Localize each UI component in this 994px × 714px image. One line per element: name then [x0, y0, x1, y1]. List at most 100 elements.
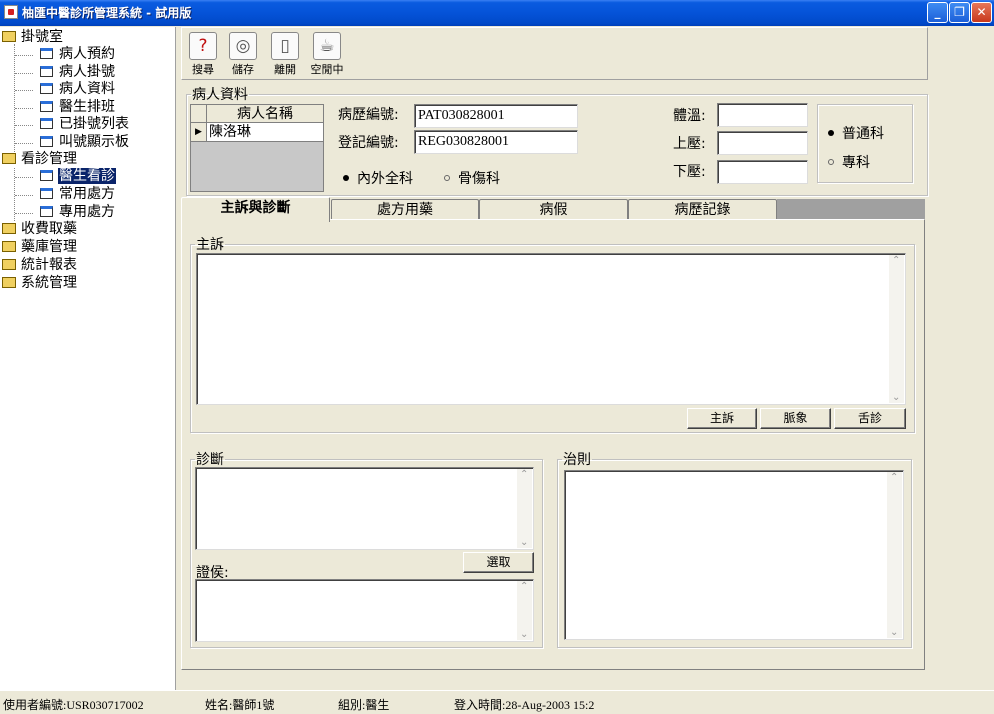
syndrome-scrollbar[interactable] [517, 581, 532, 640]
diagnosis-title: 診斷 [196, 452, 224, 468]
toolbar: ? 搜尋 ◎ 儲存 ▯ 離開 ☕ 空閒中 [181, 27, 928, 80]
tree-group-consultation[interactable]: 看診管理 [2, 151, 78, 168]
form-icon [40, 48, 53, 59]
upper-bp-label: 上壓: [673, 136, 706, 152]
grid-cell-patient-name[interactable]: 陳洛琳 [207, 123, 323, 142]
syndrome-textarea[interactable] [195, 579, 534, 642]
reg-no-label: 登記編號: [338, 135, 399, 151]
tree-item-patient-data[interactable]: 病人資料 [40, 81, 116, 98]
leave-button[interactable]: ▯ 離開 [266, 30, 304, 78]
type-radio-general[interactable]: 普通科 [828, 123, 884, 143]
save-button[interactable]: ◎ 儲存 [224, 30, 262, 78]
tree-item-doctor-schedule[interactable]: 醫生排班 [40, 99, 116, 116]
tree-item-special-prescription[interactable]: 專用處方 [40, 204, 116, 221]
window-title: 柚匯中醫診所管理系統 - 試用版 [22, 6, 192, 20]
tree-group-system[interactable]: 系統管理 [2, 275, 78, 292]
lower-bp-field[interactable] [717, 160, 808, 184]
patient-info-title: 病人資料 [192, 87, 248, 103]
tree-item-queue-display[interactable]: 叫號顯示板 [40, 134, 130, 151]
folder-icon [2, 277, 16, 288]
tree-item-registration[interactable]: 病人掛號 [40, 64, 116, 81]
select-button[interactable]: 選取 [463, 552, 534, 573]
door-exit-icon: ▯ [271, 32, 299, 60]
folder-icon [2, 241, 16, 252]
form-icon [40, 206, 53, 217]
folder-icon [2, 259, 16, 270]
tree-item-label: 醫生看診 [57, 167, 117, 185]
treatment-title: 治則 [563, 452, 591, 468]
status-user-id: 使用者編號:USR030717002 [3, 698, 144, 712]
tree-line [14, 44, 15, 154]
tab-sick-leave[interactable]: 病假 [479, 199, 628, 221]
radio-label: 內外全科 [357, 171, 413, 187]
tab-medical-record[interactable]: 病歷記錄 [628, 199, 777, 221]
reg-no-field[interactable]: REG030828001 [414, 130, 578, 154]
radio-label: 專科 [842, 155, 870, 171]
title-bar: 柚匯中醫診所管理系統 - 試用版 _ ❐ ✕ [0, 0, 994, 26]
restore-button[interactable]: ❐ [949, 2, 970, 23]
tree-item-label: 叫號顯示板 [59, 134, 129, 150]
tree-item-label: 已掛號列表 [59, 116, 129, 132]
search-button[interactable]: ? 搜尋 [184, 30, 222, 78]
tree-group-label: 統計報表 [21, 257, 77, 273]
folder-icon [2, 223, 16, 234]
form-icon [40, 66, 53, 77]
radio-label: 骨傷科 [458, 171, 500, 187]
dept-radio-orthopedics[interactable]: 骨傷科 [444, 168, 500, 188]
status-login-time: 登入時間:28-Aug-2003 15:2 [454, 698, 595, 712]
tree-item-label: 專用處方 [59, 204, 115, 220]
dept-radio-general[interactable]: 內外全科 [343, 168, 413, 188]
lower-bp-label: 下壓: [673, 164, 706, 180]
status-group: 組別:醫生 [338, 698, 390, 712]
form-icon [40, 170, 53, 181]
tab-prescription[interactable]: 處方用藥 [331, 199, 479, 221]
tree-group-label: 掛號室 [21, 29, 63, 45]
tree-group-label: 藥庫管理 [21, 239, 77, 255]
tree-group-label: 收費取藥 [21, 221, 77, 237]
tree-group-billing[interactable]: 收費取藥 [2, 221, 78, 238]
complaint-scrollbar[interactable] [889, 255, 904, 403]
treatment-textarea[interactable] [564, 470, 904, 640]
form-icon [40, 101, 53, 112]
tree-item-common-prescription[interactable]: 常用處方 [40, 186, 116, 203]
complaint-textarea[interactable] [196, 253, 906, 405]
leave-label: 離開 [274, 63, 296, 76]
help-search-icon: ? [189, 32, 217, 60]
tree-group-pharmacy[interactable]: 藥庫管理 [2, 239, 78, 256]
form-icon [40, 83, 53, 94]
navigation-tree: 掛號室 病人預約 病人掛號 病人資料 醫生排班 已掛號列表 叫號顯示板 看診管理… [0, 27, 176, 690]
tree-group-reports[interactable]: 統計報表 [2, 257, 78, 274]
grid-header-patient-name[interactable]: 病人名稱 [207, 105, 323, 123]
record-no-field[interactable]: PAT030828001 [414, 104, 578, 128]
upper-bp-field[interactable] [717, 131, 808, 155]
tree-item-registered-list[interactable]: 已掛號列表 [40, 116, 130, 133]
diagnosis-textarea[interactable] [195, 467, 534, 550]
pulse-button[interactable]: 脈象 [760, 408, 831, 429]
tree-item-appointment[interactable]: 病人預約 [40, 46, 116, 63]
disc-save-icon: ◎ [229, 32, 257, 60]
type-radio-specialist[interactable]: 專科 [828, 152, 870, 172]
temperature-field[interactable] [717, 103, 808, 127]
minimize-button[interactable]: _ [927, 2, 948, 23]
tab-complaint-diagnosis[interactable]: 主訴與診斷 [181, 197, 330, 222]
tree-group-registration[interactable]: 掛號室 [2, 29, 64, 46]
folder-open-icon [2, 31, 16, 42]
tab-strip-background [777, 199, 925, 219]
treatment-scrollbar[interactable] [887, 472, 902, 638]
form-icon [40, 188, 53, 199]
form-icon [40, 118, 53, 129]
radio-unchecked-icon [444, 175, 450, 181]
save-label: 儲存 [232, 63, 254, 76]
tongue-diagnosis-button[interactable]: 舌診 [834, 408, 906, 429]
radio-checked-icon [828, 130, 834, 136]
tree-item-doctor-consultation[interactable]: 醫生看診 [40, 167, 117, 185]
tree-item-label: 病人掛號 [59, 64, 115, 80]
tree-item-label: 醫生排班 [59, 99, 115, 115]
idle-button[interactable]: ☕ 空閒中 [306, 30, 348, 78]
patient-grid[interactable]: 病人名稱 ▶ 陳洛琳 [190, 104, 324, 192]
diagnosis-scrollbar[interactable] [517, 469, 532, 548]
close-button[interactable]: ✕ [971, 2, 992, 23]
form-icon [40, 136, 53, 147]
complaint-button[interactable]: 主訴 [687, 408, 757, 429]
tree-item-label: 病人預約 [59, 46, 115, 62]
